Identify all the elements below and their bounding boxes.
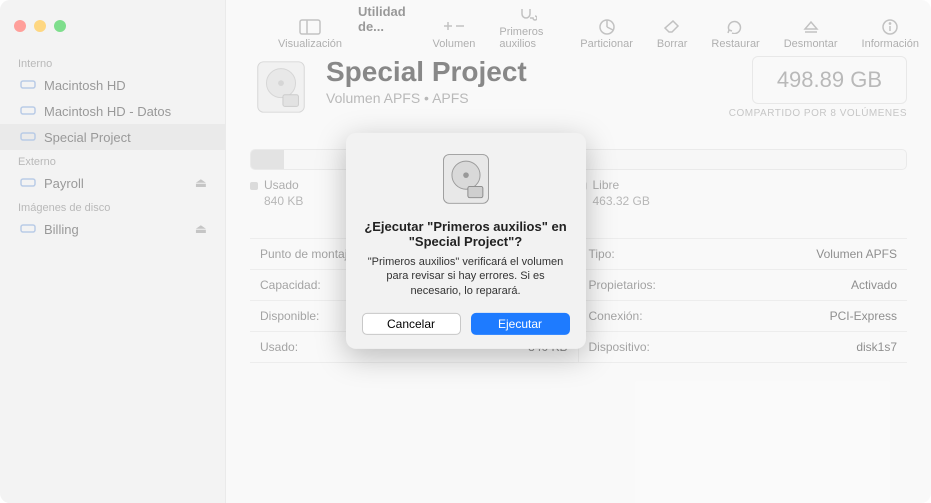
restore-button[interactable]: Restaurar	[699, 2, 771, 50]
conn-k: Conexión:	[589, 309, 643, 323]
disk-icon	[18, 78, 38, 93]
free-value: 463.32 GB	[579, 194, 908, 208]
partition-label: Particionar	[580, 38, 633, 50]
minimize-icon[interactable]	[34, 20, 46, 32]
disk-icon	[18, 104, 38, 119]
pie-icon	[599, 18, 615, 36]
dialog-body: "Primeros auxilios" verificará el volume…	[362, 254, 570, 299]
window-controls[interactable]	[0, 20, 66, 32]
disk-icon	[18, 130, 38, 145]
owners-v: Activado	[851, 278, 897, 292]
sidebar-icon	[299, 18, 321, 36]
used-label: Usado	[264, 178, 299, 192]
avail-k: Disponible:	[260, 309, 319, 323]
device-v: disk1s7	[856, 340, 897, 354]
sidebar-item-label: Billing	[44, 222, 79, 237]
close-icon[interactable]	[14, 20, 26, 32]
eraser-icon	[663, 18, 681, 36]
sidebar: Interno Macintosh HD Macintosh HD - Datos S…	[0, 0, 226, 503]
sidebar-item-label: Payroll	[44, 176, 84, 191]
plus-minus-icon	[443, 18, 465, 36]
sidebar-header: Imágenes de disco	[0, 196, 225, 216]
volume-label: Volumen	[433, 38, 476, 50]
info-icon	[882, 18, 898, 36]
first-aid-label: Primeros auxilios	[499, 26, 556, 50]
info-button[interactable]: Información	[850, 2, 931, 50]
eject-icon[interactable]: ⏏	[195, 221, 207, 237]
drive-icon	[436, 148, 496, 208]
info-label: Información	[862, 38, 919, 50]
volume-button[interactable]: Volumen	[421, 2, 488, 50]
app-title: Utilidad de...	[354, 4, 421, 34]
sidebar-item-label: Macintosh HD	[44, 78, 126, 93]
view-label: Visualización	[278, 38, 342, 50]
restore-label: Restaurar	[711, 38, 759, 50]
sidebar-item[interactable]: Special Project	[0, 124, 225, 150]
type-k: Tipo:	[589, 247, 615, 261]
sidebar-item-label: Special Project	[44, 130, 131, 145]
erase-label: Borrar	[657, 38, 688, 50]
eject-icon[interactable]: ⏏	[195, 175, 207, 191]
first-aid-dialog: ¿Ejecutar "Primeros auxilios" en "Specia…	[346, 132, 586, 349]
sidebar-header: Interno	[0, 52, 225, 72]
dialog-title: ¿Ejecutar "Primeros auxilios" en "Specia…	[362, 218, 570, 248]
zoom-icon[interactable]	[54, 20, 66, 32]
restore-icon	[727, 18, 745, 36]
owners-k: Propietarios:	[589, 278, 656, 292]
partition-button[interactable]: Particionar	[568, 2, 645, 50]
erase-button[interactable]: Borrar	[645, 2, 700, 50]
volume-icon	[250, 56, 312, 118]
sidebar-item[interactable]: Payroll ⏏	[0, 170, 225, 196]
mount-k: Punto de montaje:	[260, 247, 357, 261]
disk-icon	[18, 222, 38, 237]
stethoscope-icon	[519, 6, 537, 24]
eject-icon	[803, 18, 819, 36]
used-k: Usado:	[260, 340, 298, 354]
unmount-button[interactable]: Desmontar	[772, 2, 850, 50]
view-button[interactable]: Visualización	[266, 2, 354, 50]
sidebar-item[interactable]: Macintosh HD	[0, 72, 225, 98]
sidebar-item[interactable]: Billing ⏏	[0, 216, 225, 242]
type-v: Volumen APFS	[816, 247, 897, 261]
volume-size: 498.89 GB	[752, 56, 907, 104]
first-aid-button[interactable]: Primeros auxilios	[487, 2, 568, 50]
device-k: Dispositivo:	[589, 340, 650, 354]
volume-subtitle: Volumen APFS • APFS	[326, 90, 729, 106]
cancel-button[interactable]: Cancelar	[362, 313, 461, 335]
sidebar-item[interactable]: Macintosh HD - Datos	[0, 98, 225, 124]
sidebar-item-label: Macintosh HD - Datos	[44, 104, 171, 119]
unmount-label: Desmontar	[784, 38, 838, 50]
conn-v: PCI-Express	[830, 309, 897, 323]
run-button[interactable]: Ejecutar	[471, 313, 570, 335]
free-label: Libre	[593, 178, 620, 192]
volume-shared: COMPARTIDO POR 8 VOLÚMENES	[729, 108, 907, 119]
volume-name: Special Project	[326, 56, 729, 88]
capacity-k: Capacidad:	[260, 278, 321, 292]
disk-icon	[18, 176, 38, 191]
sidebar-header: Externo	[0, 150, 225, 170]
